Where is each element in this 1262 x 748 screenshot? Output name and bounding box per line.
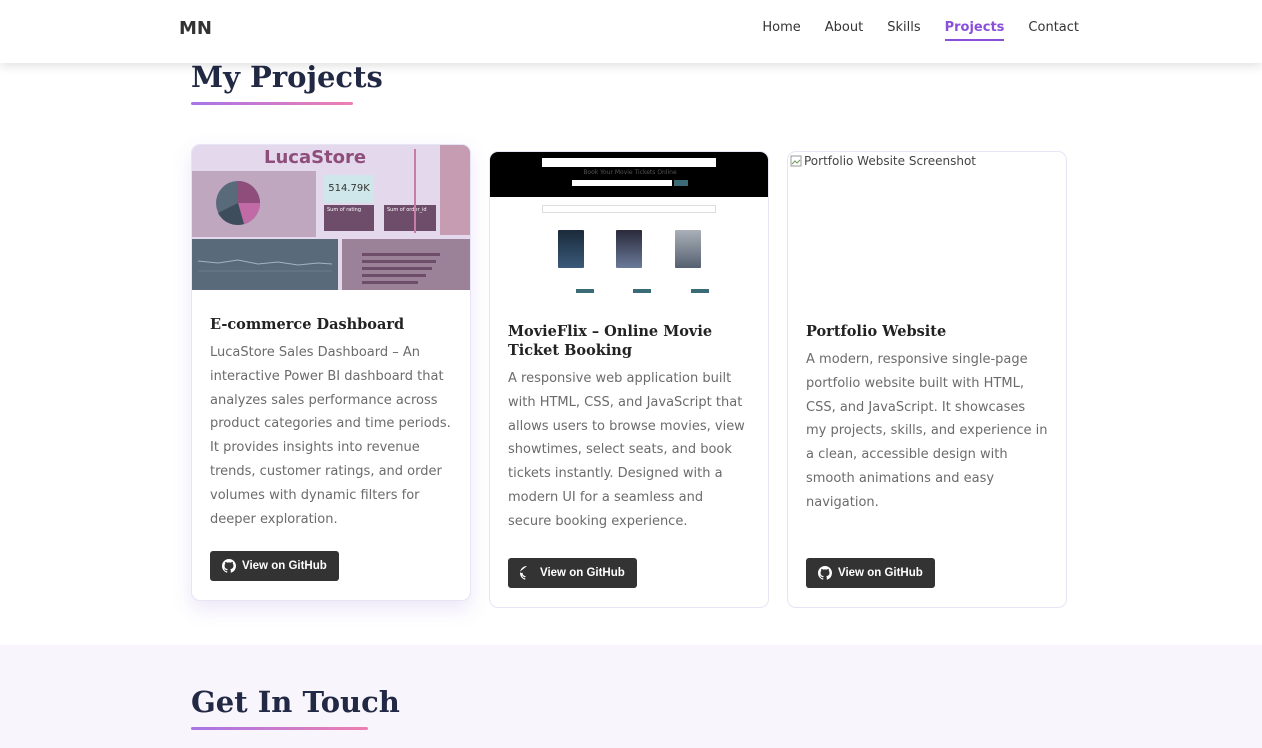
project-card-portfolio: Portfolio Website Screenshot Portfolio W…	[787, 151, 1067, 608]
top-navbar: MN Home About Skills Projects Contact	[0, 0, 1262, 63]
site-logo[interactable]: MN	[179, 18, 212, 39]
github-button-label: View on GitHub	[540, 567, 625, 579]
view-on-github-button[interactable]: View on GitHub	[508, 558, 637, 588]
project-card-description: LucaStore Sales Dashboard – An interacti…	[210, 345, 451, 527]
github-button-label: View on GitHub	[838, 567, 923, 579]
view-on-github-button[interactable]: View on GitHub	[210, 551, 339, 581]
projects-title-underline	[191, 102, 353, 105]
movieflix-screenshot: Book Your Movie Tickets Online	[490, 152, 768, 297]
projects-section-title: My Projects	[191, 60, 383, 94]
broken-image-icon	[790, 155, 802, 167]
dashboard-card-orders: Sum of order_id	[387, 207, 427, 213]
github-icon	[818, 566, 832, 580]
project-card-ecommerce: LucaStore 514.79K Sum of rating Sum of o…	[191, 144, 471, 601]
project-card-title: E-commerce Dashboard	[210, 316, 405, 333]
project-card-movieflix: Book Your Movie Tickets Online MovieFlix…	[489, 151, 769, 608]
nav-link-about[interactable]: About	[825, 20, 863, 41]
line-chart-graphic	[198, 259, 332, 272]
contact-title-underline	[191, 727, 368, 730]
nav-link-contact[interactable]: Contact	[1028, 20, 1079, 41]
image-alt-text: Portfolio Website Screenshot	[804, 154, 976, 168]
nav-link-home[interactable]: Home	[762, 20, 800, 41]
github-icon	[222, 559, 236, 573]
contact-section-title: Get In Touch	[191, 685, 400, 719]
movie-site-heading: Book Your Movie Tickets Online	[583, 169, 677, 176]
project-card-title: MovieFlix – Online Movie Ticket Booking	[508, 323, 713, 359]
project-card-description: A responsive web application built with …	[508, 371, 745, 529]
github-icon	[520, 566, 527, 580]
nav-link-projects[interactable]: Projects	[944, 20, 1005, 41]
pie-chart-graphic	[216, 181, 260, 225]
contact-section: Get In Touch	[0, 645, 1262, 748]
dashboard-card-rating: Sum of rating	[327, 207, 362, 213]
portfolio-screenshot-placeholder: Portfolio Website Screenshot	[788, 152, 1066, 297]
github-button-label: View on GitHub	[242, 560, 327, 572]
view-on-github-button[interactable]: View on GitHub	[806, 558, 935, 588]
project-card-title: Portfolio Website	[806, 323, 947, 340]
project-card-description: A modern, responsive single-page portfol…	[806, 352, 1048, 510]
ecommerce-dashboard-screenshot: LucaStore 514.79K Sum of rating Sum of o…	[192, 145, 470, 290]
dashboard-kpi-value: 514.79K	[324, 175, 374, 203]
nav-links: Home About Skills Projects Contact	[762, 20, 1079, 41]
dashboard-brand-title: LucaStore	[264, 147, 367, 168]
nav-link-skills[interactable]: Skills	[887, 20, 920, 41]
